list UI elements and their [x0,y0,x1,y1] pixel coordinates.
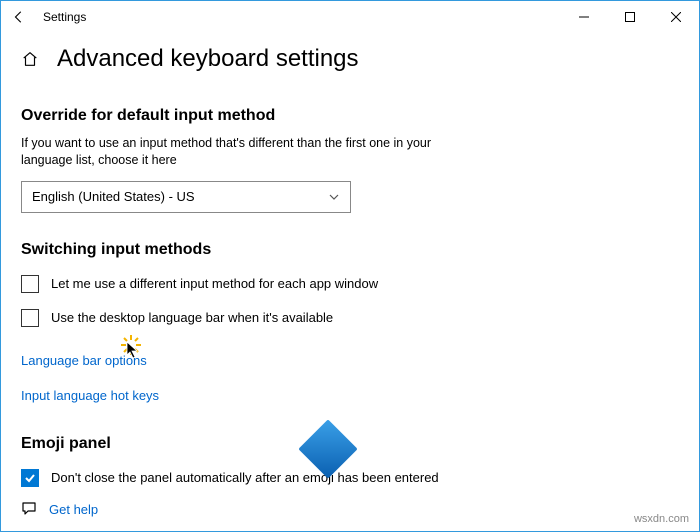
page-title: Advanced keyboard settings [57,45,359,73]
checkbox-langbar[interactable] [21,309,39,327]
close-icon [671,12,681,22]
checkbox-per-app[interactable] [21,275,39,293]
link-input-hotkeys[interactable]: Input language hot keys [21,388,159,403]
maximize-icon [625,12,635,22]
arrow-left-icon [12,10,26,24]
chat-icon [21,500,37,519]
chevron-down-icon [328,191,340,203]
get-help-link[interactable]: Get help [21,500,98,519]
minimize-icon [579,12,589,22]
checkbox-label-langbar: Use the desktop language bar when it's a… [51,310,333,325]
minimize-button[interactable] [561,1,607,33]
maximize-button[interactable] [607,1,653,33]
checkbox-row-langbar: Use the desktop language bar when it's a… [21,309,679,327]
titlebar: Settings [1,1,699,33]
checkbox-label-emoji: Don't close the panel automatically afte… [51,470,439,485]
input-method-dropdown[interactable]: English (United States) - US [21,181,351,213]
checkbox-emoji-dont-close[interactable] [21,469,39,487]
checkbox-label-per-app: Let me use a different input method for … [51,276,378,291]
app-name: Settings [43,10,86,24]
back-button[interactable] [7,5,31,29]
get-help-label: Get help [49,502,98,517]
window-controls [561,1,699,33]
switching-heading: Switching input methods [21,241,679,259]
override-heading: Override for default input method [21,107,679,125]
home-icon[interactable] [21,50,39,73]
override-description: If you want to use an input method that'… [21,135,441,169]
dropdown-value: English (United States) - US [32,189,195,204]
checkbox-row-per-app: Let me use a different input method for … [21,275,679,293]
page-header: Advanced keyboard settings [1,33,699,81]
close-button[interactable] [653,1,699,33]
checkbox-row-emoji: Don't close the panel automatically afte… [21,469,679,487]
link-language-bar-options[interactable]: Language bar options [21,353,147,368]
watermark: wsxdn.com [634,513,689,525]
